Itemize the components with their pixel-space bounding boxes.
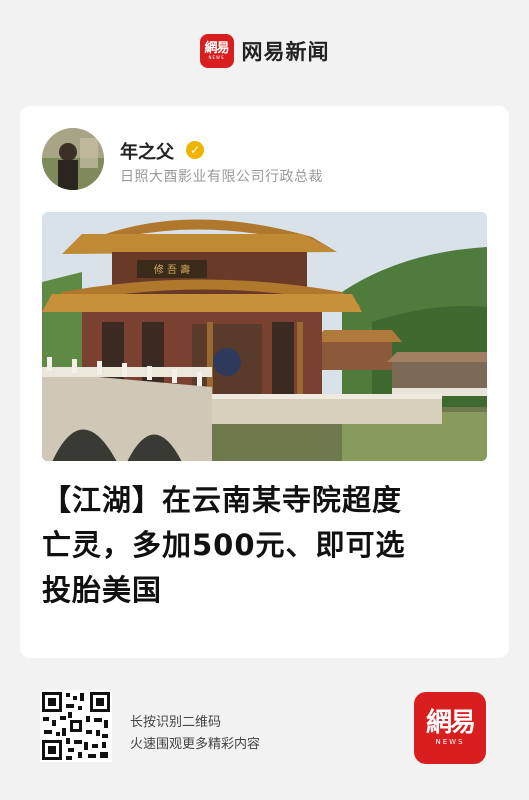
qr-hint-line-2: 火速围观更多精彩内容 xyxy=(130,737,261,752)
author-title: 日照大酉影业有限公司行政总裁 xyxy=(120,169,323,185)
article-card[interactable]: 年之父 ✓ 日照大酉影业有限公司行政总裁 修 吾 壽 【江湖】在云南某寺院超度 … xyxy=(20,106,509,658)
article-photo[interactable]: 修 吾 壽 xyxy=(42,212,487,461)
footer-logo-zh: 網易 xyxy=(425,708,476,738)
headline-line-3: 投胎美国 xyxy=(42,573,163,607)
brand-header: 網易 NEWS 网易新闻 xyxy=(0,33,529,69)
article-headline[interactable]: 【江湖】在云南某寺院超度 亡灵，多加500元、即可选 投胎美国 xyxy=(42,478,492,613)
author-name[interactable]: 年之父 xyxy=(120,138,174,164)
footer-logo-en: NEWS xyxy=(435,738,465,746)
verified-badge-icon: ✓ xyxy=(186,141,204,159)
brand-logo-zh: 網易 xyxy=(204,40,229,56)
author-avatar[interactable] xyxy=(42,128,104,190)
headline-line-1: 【江湖】在云南某寺院超度 xyxy=(42,483,403,517)
brand-name: 网易新闻 xyxy=(241,40,330,64)
temple-plaque-text: 修 吾 壽 xyxy=(154,263,190,276)
netease-logo-icon: 網易 NEWS xyxy=(199,34,234,68)
qr-hint-line-1: 长按识别二维码 xyxy=(130,715,222,730)
headline-line-2: 亡灵，多加500元、即可选 xyxy=(42,528,406,562)
qr-code-icon[interactable] xyxy=(40,690,112,762)
brand-logo-en: NEWS xyxy=(208,54,225,60)
netease-footer-logo-icon: 網易 NEWS xyxy=(414,692,486,764)
